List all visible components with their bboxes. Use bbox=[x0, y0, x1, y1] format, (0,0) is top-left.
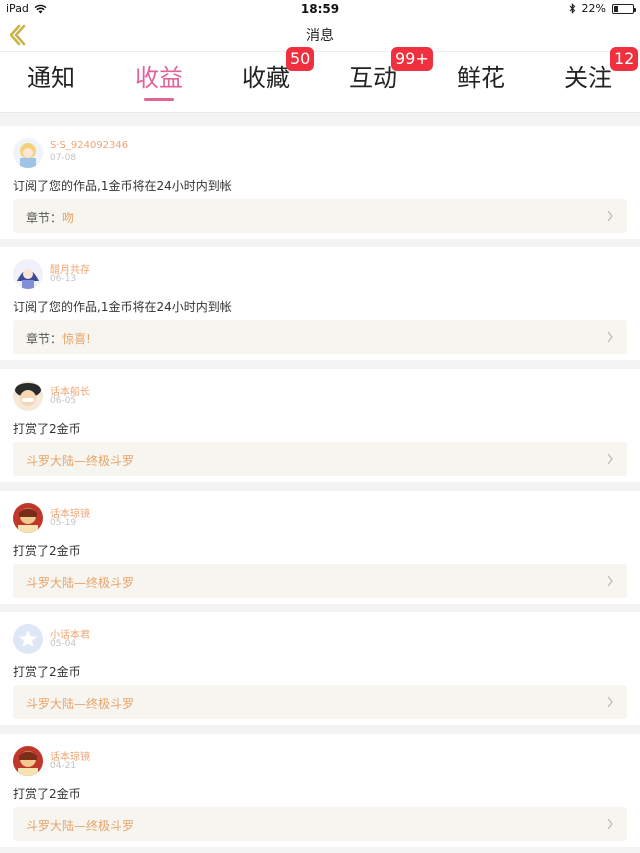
earning-item: 话本船长 06-05 打赏了2金币 斗罗大陆—终极斗罗 bbox=[0, 369, 640, 482]
message-text: 订阅了您的作品,1金币将在24小时内到帐 bbox=[13, 300, 232, 314]
earning-item: 醋月共存 06-13 订阅了您的作品,1金币将在24小时内到帐 章节：惊喜! bbox=[0, 247, 640, 360]
work-title: 斗罗大陆—终极斗罗 bbox=[26, 576, 135, 590]
earnings-feed[interactable]: S·S_924092346 07-08 订阅了您的作品,1金币将在24小时内到帐… bbox=[0, 104, 640, 853]
date: 06-13 bbox=[50, 274, 77, 284]
date: 06-05 bbox=[50, 396, 77, 406]
message-text: 打赏了2金币 bbox=[13, 665, 81, 679]
tab-notifications[interactable]: 通知 bbox=[11, 58, 91, 98]
work-link[interactable]: 斗罗大陆—终极斗罗 bbox=[13, 807, 627, 841]
chevron-right-icon bbox=[607, 210, 613, 222]
tab-following[interactable]: 关注 12 bbox=[548, 47, 639, 98]
chapter-link[interactable]: 章节：吻 bbox=[13, 199, 627, 233]
battery-percent: 22% bbox=[581, 2, 606, 15]
battery-icon bbox=[612, 3, 636, 14]
tab-favorites[interactable]: 收藏 50 bbox=[226, 47, 315, 98]
tab-label: 收藏 bbox=[242, 64, 290, 92]
date: 05-19 bbox=[50, 518, 77, 528]
ref-label: 章节： bbox=[26, 211, 63, 225]
anime-girl-avatar[interactable] bbox=[13, 138, 43, 168]
bluetooth-icon bbox=[569, 3, 575, 14]
work-link[interactable]: 斗罗大陆—终极斗罗 bbox=[13, 685, 627, 719]
earning-item: 话本琼镜 04-21 打赏了2金币 斗罗大陆—终极斗罗 bbox=[0, 734, 640, 847]
character-avatar[interactable] bbox=[13, 503, 43, 533]
chapter-link[interactable]: 章节：惊喜! bbox=[13, 320, 627, 354]
clock: 18:59 bbox=[300, 2, 340, 16]
anime-character-avatar[interactable] bbox=[13, 259, 43, 289]
count-badge: 12 bbox=[610, 47, 639, 71]
work-link[interactable]: 斗罗大陆—终极斗罗 bbox=[13, 564, 627, 598]
date: 07-08 bbox=[50, 153, 77, 163]
earning-item: S·S_924092346 07-08 订阅了您的作品,1金币将在24小时内到帐… bbox=[0, 126, 640, 239]
chapter-title: 吻 bbox=[62, 211, 75, 225]
chevron-right-icon bbox=[607, 331, 613, 343]
page-title: 消息 bbox=[306, 28, 334, 44]
work-title: 斗罗大陆—终极斗罗 bbox=[26, 819, 135, 833]
earning-item: 话本琼镜 05-19 打赏了2金币 斗罗大陆—终极斗罗 bbox=[0, 491, 640, 604]
pirate-captain-avatar[interactable] bbox=[13, 381, 43, 411]
status-bar: iPad 18:59 22% bbox=[0, 0, 640, 18]
tab-label: 通知 bbox=[27, 64, 75, 92]
ref-label: 章节： bbox=[26, 332, 63, 346]
work-link[interactable]: 斗罗大陆—终极斗罗 bbox=[13, 442, 627, 476]
tab-label: 关注 bbox=[564, 64, 612, 92]
tab-label: 鲜花 bbox=[457, 64, 505, 92]
active-tab-indicator bbox=[144, 98, 174, 101]
tab-label: 收益 bbox=[135, 64, 183, 92]
message-tabs: 通知 收益 收藏 50 互动 99+ 鲜花 关注 12 bbox=[0, 47, 640, 104]
work-title: 斗罗大陆—终极斗罗 bbox=[26, 454, 135, 468]
work-title: 斗罗大陆—终极斗罗 bbox=[26, 697, 135, 711]
chevron-right-icon bbox=[607, 818, 613, 830]
navigation-bar: 消息 bbox=[0, 18, 640, 52]
username[interactable]: S·S_924092346 bbox=[50, 140, 128, 151]
previous-card-edge bbox=[0, 104, 640, 113]
message-text: 打赏了2金币 bbox=[13, 544, 81, 558]
date: 05-04 bbox=[50, 639, 77, 649]
chevron-right-icon bbox=[607, 453, 613, 465]
count-badge: 50 bbox=[286, 47, 315, 71]
tab-interactions[interactable]: 互动 99+ bbox=[333, 47, 433, 98]
message-text: 打赏了2金币 bbox=[13, 787, 81, 801]
chevron-right-icon bbox=[607, 696, 613, 708]
message-text: 打赏了2金币 bbox=[13, 422, 81, 436]
character-avatar[interactable] bbox=[13, 746, 43, 776]
earning-item: 小话本君 05-04 打赏了2金币 斗罗大陆—终极斗罗 bbox=[0, 612, 640, 725]
tab-earnings[interactable]: 收益 bbox=[119, 58, 199, 101]
count-badge: 99+ bbox=[391, 47, 433, 71]
chevron-right-icon bbox=[607, 575, 613, 587]
date: 04-21 bbox=[50, 761, 77, 771]
tab-flowers[interactable]: 鲜花 bbox=[441, 58, 521, 98]
default-star-avatar[interactable] bbox=[13, 624, 43, 654]
tab-label: 互动 bbox=[349, 64, 397, 92]
chapter-title: 惊喜! bbox=[62, 332, 91, 346]
message-text: 订阅了您的作品,1金币将在24小时内到帐 bbox=[13, 179, 232, 193]
